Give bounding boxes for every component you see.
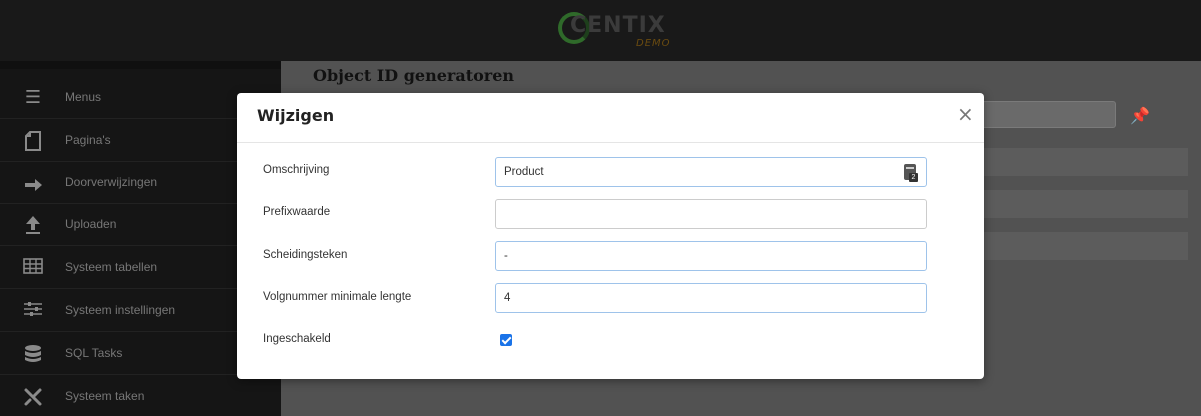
omschrijving-value: Product bbox=[504, 166, 544, 178]
sliders-icon bbox=[22, 301, 44, 321]
ingeschakeld-label: Ingeschakeld bbox=[263, 333, 331, 345]
scheidingsteken-value: - bbox=[504, 250, 508, 262]
hamburger-icon: ☰ bbox=[24, 87, 42, 108]
table-row[interactable] bbox=[984, 232, 1188, 260]
table-row[interactable] bbox=[984, 190, 1188, 218]
prefix-label: Prefixwaarde bbox=[263, 206, 331, 218]
sidebar-item-label: Uploaden bbox=[65, 217, 117, 231]
search-input[interactable] bbox=[970, 101, 1116, 128]
omschrijving-field[interactable]: Product bbox=[495, 157, 927, 187]
sidebar-item-label: Doorverwijzingen bbox=[65, 175, 158, 189]
table-row[interactable] bbox=[984, 148, 1188, 176]
volgnummer-field[interactable]: 4 bbox=[495, 283, 927, 313]
volgnummer-value: 4 bbox=[504, 292, 511, 304]
sidebar-item-label: Pagina's bbox=[65, 133, 111, 147]
top-bar: CENTIX DEMO bbox=[0, 0, 1201, 61]
sidebar-divider bbox=[0, 61, 281, 69]
sidebar-item-label: Systeem tabellen bbox=[65, 260, 158, 274]
pin-icon[interactable]: 📌 bbox=[1130, 106, 1150, 125]
prefix-field[interactable] bbox=[495, 199, 927, 229]
sidebar-item-label: Systeem taken bbox=[65, 389, 145, 403]
redirect-arrow-icon bbox=[22, 173, 44, 193]
scheidingsteken-label: Scheidingsteken bbox=[263, 249, 348, 261]
scheidingsteken-field[interactable]: - bbox=[495, 241, 927, 271]
volgnummer-label: Volgnummer minimale lengte bbox=[263, 291, 412, 303]
upload-icon bbox=[22, 215, 44, 235]
database-icon bbox=[22, 344, 44, 364]
tools-icon bbox=[22, 387, 44, 407]
sidebar-item-label: Menus bbox=[65, 90, 102, 104]
table-icon bbox=[22, 258, 44, 278]
close-icon[interactable]: × bbox=[957, 104, 974, 124]
modal-title: Wijzigen bbox=[257, 106, 335, 125]
sidebar-item-label: Systeem instellingen bbox=[65, 303, 176, 317]
translate-icon[interactable] bbox=[904, 164, 918, 182]
modal-header: Wijzigen × bbox=[237, 93, 984, 143]
centix-logo[interactable]: CENTIX DEMO bbox=[558, 8, 678, 54]
omschrijving-label: Omschrijving bbox=[263, 164, 330, 176]
page-icon bbox=[22, 131, 44, 151]
ingeschakeld-checkbox[interactable] bbox=[500, 334, 512, 346]
sidebar-item-systeem-taken[interactable]: Systeem taken bbox=[0, 376, 281, 416]
edit-modal: Wijzigen × Omschrijving Product Prefixwa… bbox=[237, 93, 984, 379]
logo-demo-text: DEMO bbox=[636, 38, 671, 49]
logo-text: CENTIX bbox=[570, 13, 666, 38]
sidebar-item-label: SQL Tasks bbox=[65, 346, 123, 360]
page-title: Object ID generatoren bbox=[313, 66, 515, 85]
